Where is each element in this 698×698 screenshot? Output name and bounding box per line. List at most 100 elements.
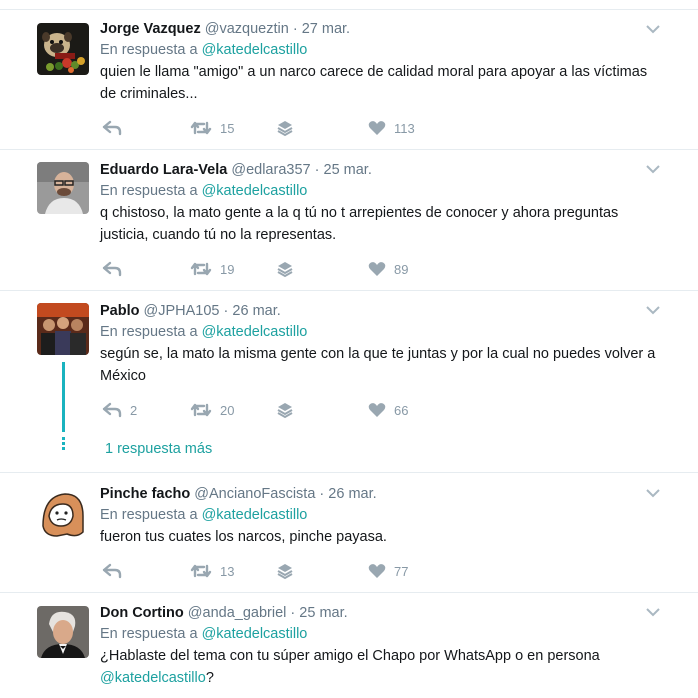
author-handle[interactable]: @edlara357 bbox=[231, 162, 310, 178]
chevron-down-icon[interactable] bbox=[645, 304, 661, 316]
tweet-date[interactable]: 26 mar. bbox=[232, 303, 280, 319]
tweet-card[interactable]: Eduardo Lara-Vela @edlara357 · 25 mar. E… bbox=[0, 151, 698, 291]
reply-button[interactable]: 2 bbox=[102, 400, 137, 420]
reply-prefix: En respuesta a bbox=[100, 626, 198, 642]
separator: · bbox=[292, 21, 298, 37]
heart-icon bbox=[368, 403, 386, 417]
avatar[interactable] bbox=[37, 486, 89, 538]
tweet-header: Jorge Vazquez @vazqueztin · 27 mar. bbox=[100, 20, 350, 38]
tweet-header: Don Cortino @anda_gabriel · 25 mar. bbox=[100, 604, 348, 622]
author-name[interactable]: Pablo bbox=[100, 303, 139, 319]
reply-prefix: En respuesta a bbox=[100, 324, 198, 340]
tweet-text: fueron tus cuates los narcos, pinche pay… bbox=[100, 529, 387, 545]
reply-mention-link[interactable]: @katedelcastillo bbox=[202, 324, 308, 340]
retweet-count: 15 bbox=[220, 120, 235, 136]
avatar[interactable] bbox=[37, 606, 89, 658]
retweet-icon bbox=[190, 262, 212, 276]
reply-mention-link[interactable]: @katedelcastillo bbox=[202, 507, 308, 523]
retweet-button[interactable]: 13 bbox=[190, 561, 234, 581]
like-count: 77 bbox=[394, 563, 409, 579]
like-count: 113 bbox=[394, 120, 415, 136]
layers-icon bbox=[277, 121, 293, 137]
tweet-card[interactable]: Pinche facho @AncianoFascista · 26 mar. … bbox=[0, 474, 698, 593]
tweet-date[interactable]: 27 mar. bbox=[302, 21, 350, 37]
author-name[interactable]: Jorge Vazquez bbox=[100, 21, 201, 37]
heart-icon bbox=[368, 262, 386, 276]
reply-mention-link[interactable]: @katedelcastillo bbox=[202, 183, 308, 199]
reply-prefix: En respuesta a bbox=[100, 183, 198, 199]
reply-button[interactable] bbox=[102, 561, 130, 581]
author-name[interactable]: Don Cortino bbox=[100, 605, 184, 621]
tweet-header: Eduardo Lara-Vela @edlara357 · 25 mar. bbox=[100, 161, 372, 179]
avatar[interactable] bbox=[37, 303, 89, 355]
stack-button[interactable] bbox=[276, 400, 294, 420]
tweet-text-end: ? bbox=[205, 670, 214, 686]
reply-context: En respuesta a @katedelcastillo bbox=[100, 323, 307, 341]
like-button[interactable]: 113 bbox=[368, 118, 415, 138]
reply-context: En respuesta a @katedelcastillo bbox=[100, 506, 307, 524]
tweet-card[interactable]: Pablo @JPHA105 · 26 mar. En respuesta a … bbox=[0, 292, 698, 473]
chevron-down-icon[interactable] bbox=[645, 163, 661, 175]
tweet-text: quien le llama "amigo" a un narco carece… bbox=[100, 64, 648, 102]
layers-icon bbox=[277, 564, 293, 580]
reply-prefix: En respuesta a bbox=[100, 42, 198, 58]
reply-icon bbox=[102, 261, 122, 277]
separator: · bbox=[223, 303, 229, 319]
tweet-text: ¿Hablaste del tema con tu súper amigo el… bbox=[100, 645, 660, 689]
retweet-button[interactable]: 15 bbox=[190, 118, 234, 138]
tweet-header: Pablo @JPHA105 · 26 mar. bbox=[100, 302, 281, 320]
reply-prefix: En respuesta a bbox=[100, 507, 198, 523]
stack-button[interactable] bbox=[276, 259, 294, 279]
like-button[interactable]: 66 bbox=[368, 400, 408, 420]
retweet-button[interactable]: 19 bbox=[190, 259, 234, 279]
tweet-actions: 2 20 66 bbox=[102, 400, 432, 420]
stack-button[interactable] bbox=[276, 118, 294, 138]
separator: · bbox=[319, 486, 325, 502]
tweet-date[interactable]: 25 mar. bbox=[299, 605, 347, 621]
tweet-mention-link[interactable]: @katedelcastillo bbox=[100, 670, 206, 686]
reply-button[interactable] bbox=[102, 259, 130, 279]
stack-button[interactable] bbox=[276, 561, 294, 581]
reply-icon bbox=[102, 563, 122, 579]
tweet-text: según se, la mato la misma gente con la … bbox=[100, 346, 656, 384]
tweet-date[interactable]: 25 mar. bbox=[324, 162, 372, 178]
retweet-count: 19 bbox=[220, 261, 235, 277]
layers-icon bbox=[277, 262, 293, 278]
separator: · bbox=[314, 162, 320, 178]
reply-mention-link[interactable]: @katedelcastillo bbox=[202, 42, 308, 58]
like-count: 89 bbox=[394, 261, 409, 277]
avatar[interactable] bbox=[37, 162, 89, 214]
retweet-icon bbox=[190, 564, 212, 578]
reply-context: En respuesta a @katedelcastillo bbox=[100, 182, 307, 200]
tweet-card[interactable]: Jorge Vazquez @vazqueztin · 27 mar. En r… bbox=[0, 11, 698, 150]
author-handle[interactable]: @anda_gabriel bbox=[188, 605, 287, 621]
tweet-date[interactable]: 26 mar. bbox=[328, 486, 376, 502]
reply-context: En respuesta a @katedelcastillo bbox=[100, 625, 307, 643]
reply-icon bbox=[102, 402, 122, 418]
heart-icon bbox=[368, 121, 386, 135]
author-name[interactable]: Eduardo Lara-Vela bbox=[100, 162, 227, 178]
tweet-actions: 19 89 bbox=[102, 259, 432, 279]
retweet-icon bbox=[190, 403, 212, 417]
like-button[interactable]: 89 bbox=[368, 259, 408, 279]
author-handle[interactable]: @vazqueztin bbox=[205, 21, 289, 37]
like-button[interactable]: 77 bbox=[368, 561, 408, 581]
retweet-icon bbox=[190, 121, 212, 135]
chevron-down-icon[interactable] bbox=[645, 487, 661, 499]
tweet-card[interactable]: Don Cortino @anda_gabriel · 25 mar. En r… bbox=[0, 594, 698, 698]
separator: · bbox=[290, 605, 296, 621]
man-in-tuxedo-avatar-image bbox=[37, 606, 89, 658]
group-avatar-image bbox=[37, 303, 89, 355]
chevron-down-icon[interactable] bbox=[645, 23, 661, 35]
author-name[interactable]: Pinche facho bbox=[100, 486, 190, 502]
man-avatar-image bbox=[37, 162, 89, 214]
more-replies-link[interactable]: 1 respuesta más bbox=[105, 440, 212, 458]
retweet-count: 13 bbox=[220, 563, 235, 579]
chevron-down-icon[interactable] bbox=[645, 606, 661, 618]
reply-button[interactable] bbox=[102, 118, 130, 138]
retweet-button[interactable]: 20 bbox=[190, 400, 234, 420]
reply-mention-link[interactable]: @katedelcastillo bbox=[202, 626, 308, 642]
author-handle[interactable]: @AncianoFascista bbox=[194, 486, 315, 502]
author-handle[interactable]: @JPHA105 bbox=[144, 303, 220, 319]
avatar[interactable] bbox=[37, 23, 89, 75]
